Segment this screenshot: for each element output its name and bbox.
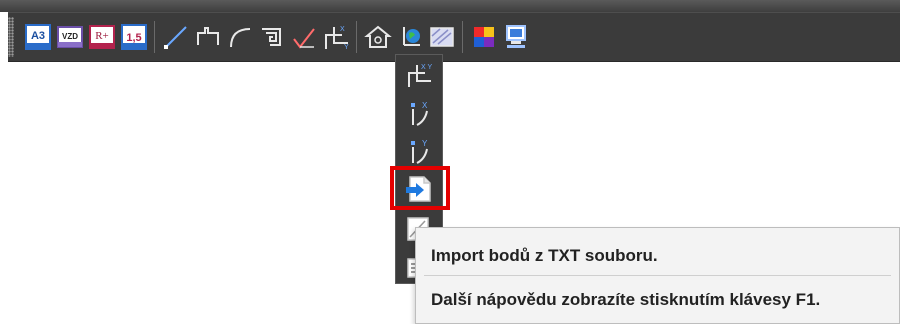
coordinate-xy-icon[interactable]: X Y [320, 21, 352, 53]
tooltip-title: Import bodů z TXT souboru. [431, 246, 658, 265]
a3-paper-icon[interactable]: A3 [22, 21, 54, 53]
polyline-icon[interactable] [192, 21, 224, 53]
tooltip-help-text: Další nápovědu zobrazíte stisknutím kláv… [431, 290, 821, 309]
svg-text:VZD: VZD [62, 32, 78, 41]
svg-text:X: X [422, 101, 428, 110]
computer-settings-icon[interactable] [500, 21, 532, 53]
coordinate-xy-icon[interactable]: X Y [403, 59, 435, 91]
cad-toolbar: A3 VZD R+ 1,5 X Y [8, 12, 900, 62]
r-plus-icon[interactable]: R+ [86, 21, 118, 53]
tooltip-divider [424, 275, 891, 276]
svg-text:Y: Y [422, 139, 428, 148]
arc-icon[interactable] [224, 21, 256, 53]
globe-import-icon[interactable] [394, 21, 426, 53]
svg-text:R+: R+ [95, 30, 109, 42]
svg-text:Y: Y [344, 44, 349, 51]
toolbar-separator [356, 21, 357, 53]
toolbar-grip[interactable] [8, 17, 14, 57]
color-palette-icon[interactable] [468, 21, 500, 53]
toolbar-separator [154, 21, 155, 53]
tooltip: Import bodů z TXT souboru. Další nápověd… [415, 227, 900, 324]
selection-highlight-box [390, 166, 450, 210]
svg-text:A3: A3 [31, 30, 45, 42]
check-angle-icon[interactable] [288, 21, 320, 53]
text-height-icon[interactable]: 1,5 [118, 21, 150, 53]
offset-icon[interactable] [256, 21, 288, 53]
svg-text:X: X [340, 26, 345, 33]
vzd-icon[interactable]: VZD [54, 21, 86, 53]
svg-text:1,5: 1,5 [126, 32, 141, 44]
window-top-bar [0, 0, 900, 12]
point-x-icon[interactable]: X [403, 97, 435, 129]
point-y-icon[interactable]: Y [403, 135, 435, 167]
svg-text:X Y: X Y [421, 64, 432, 71]
hatch-icon[interactable] [426, 21, 458, 53]
line-icon[interactable] [160, 21, 192, 53]
home-shape-icon[interactable] [362, 21, 394, 53]
toolbar-separator [462, 21, 463, 53]
